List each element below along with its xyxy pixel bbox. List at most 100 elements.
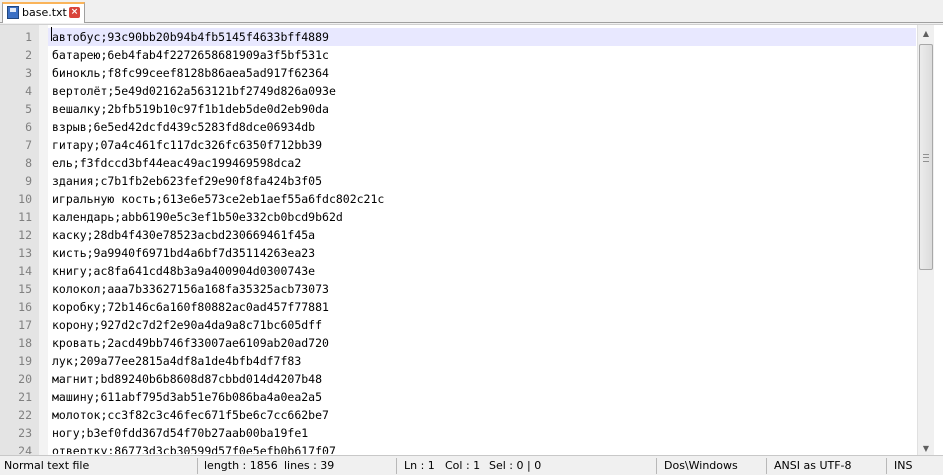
status-col: Col : 1 xyxy=(445,459,481,472)
editor-line[interactable]: 6 взрыв;6e5ed42dcfd439c5283fd8dce06934db xyxy=(0,118,916,136)
line-number: 3 xyxy=(25,66,32,80)
line-number: 11 xyxy=(18,210,32,224)
line-text-area[interactable]: бинокль;f8fc99ceef8128b86aea5ad917f62364 xyxy=(48,64,916,82)
editor-line[interactable]: 1 автобус;93c90bb20b94b4fb5145f4633bff488… xyxy=(0,28,916,46)
line-number: 13 xyxy=(18,246,32,260)
editor-line[interactable]: 22 молоток;cc3f82c3c46fec671f5be6c7cc662b… xyxy=(0,406,916,424)
line-text-area[interactable]: кровать;2acd49bb746f33007ae6109ab20ad720 xyxy=(48,334,916,352)
status-eol-format[interactable]: Dos\Windows xyxy=(664,456,762,475)
scroll-up-arrow-icon[interactable]: ▲ xyxy=(918,25,934,42)
editor-line[interactable]: 24 отвертку;86773d3cb30599d57f0e5efb0b617… xyxy=(0,442,916,454)
line-text: бинокль;f8fc99ceef8128b86aea5ad917f62364 xyxy=(52,66,329,80)
line-number: 9 xyxy=(25,174,32,188)
line-text-area[interactable]: батарею;6eb4fab4f2272658681909a3f5bf531c xyxy=(48,46,916,64)
line-text: гитару;07a4c461fc117dc326fc6350f712bb39 xyxy=(52,138,323,152)
scrollbar-grip-icon xyxy=(923,154,929,162)
tab-base-txt[interactable]: base.txt × xyxy=(2,2,85,23)
editor-line[interactable]: 8 ель;f3fdccd3bf44eac49ac199469598dca2 xyxy=(0,154,916,172)
status-encoding[interactable]: ANSI as UTF-8 xyxy=(774,456,882,475)
line-text-area[interactable]: ногу;b3ef0fdd367d54f70b27aab00ba19fe1 xyxy=(48,424,916,442)
line-number: 23 xyxy=(18,426,32,440)
line-number: 22 xyxy=(18,408,32,422)
line-text-area[interactable]: календарь;abb6190e5c3ef1b50e332cb0bcd9b6… xyxy=(48,208,916,226)
line-number: 6 xyxy=(25,120,32,134)
line-text-area[interactable]: коробку;72b146c6a160f80882ac0ad457f77881 xyxy=(48,298,916,316)
status-length: length : 1856 xyxy=(204,459,278,472)
line-text-area[interactable]: молоток;cc3f82c3c46fec671f5be6c7cc662be7 xyxy=(48,406,916,424)
line-text: молоток;cc3f82c3c46fec671f5be6c7cc662be7 xyxy=(52,408,329,422)
line-text: батарею;6eb4fab4f2272658681909a3f5bf531c xyxy=(52,48,329,62)
line-text-area[interactable]: кисть;9a9940f6971bd4a6bf7d35114263ea23 xyxy=(48,244,916,262)
line-text-area[interactable]: ель;f3fdccd3bf44eac49ac199469598dca2 xyxy=(48,154,916,172)
editor-line[interactable]: 21 машину;611abf795d3ab51e76b086ba4a0ea2a… xyxy=(0,388,916,406)
line-number: 16 xyxy=(18,300,32,314)
editor-line[interactable]: 13 кисть;9a9940f6971bd4a6bf7d35114263ea23 xyxy=(0,244,916,262)
line-text-area[interactable]: автобус;93c90bb20b94b4fb5145f4633bff4889 xyxy=(48,28,916,46)
tab-bar: base.txt × xyxy=(0,0,943,23)
line-number: 8 xyxy=(25,156,32,170)
line-text-area[interactable]: машину;611abf795d3ab51e76b086ba4a0ea2a5 xyxy=(48,388,916,406)
line-text: каску;28db4f430e78523acbd230669461f45a xyxy=(52,228,316,242)
text-caret xyxy=(51,27,52,41)
scrollbar-thumb[interactable] xyxy=(919,44,933,270)
line-text-area[interactable]: магнит;bd89240b6b8608d87cbbd014d4207b48 xyxy=(48,370,916,388)
line-text: корону;927d2c7d2f2e90a4da9a8c71bc605dff xyxy=(52,318,323,332)
line-number: 12 xyxy=(18,228,32,242)
line-text-area[interactable]: взрыв;6e5ed42dcfd439c5283fd8dce06934db xyxy=(48,118,916,136)
status-lines: lines : 39 xyxy=(284,459,335,472)
editor-line[interactable]: 10 игральную кость;613e6e573ce2eb1aef55a6… xyxy=(0,190,916,208)
line-number: 7 xyxy=(25,138,32,152)
status-insert-mode[interactable]: INS xyxy=(894,456,934,475)
line-text: книгу;ac8fa641cd48b3a9a400904d0300743e xyxy=(52,264,316,278)
editor-line[interactable]: 3 бинокль;f8fc99ceef8128b86aea5ad917f6236… xyxy=(0,64,916,82)
line-text-area[interactable]: книгу;ac8fa641cd48b3a9a400904d0300743e xyxy=(48,262,916,280)
editor-line[interactable]: 15 колокол;aaa7b33627156a168fa35325acb730… xyxy=(0,280,916,298)
status-separator xyxy=(396,458,397,474)
editor-line[interactable]: 7 гитару;07a4c461fc117dc326fc6350f712bb39 xyxy=(0,136,916,154)
text-editor[interactable]: 1 автобус;93c90bb20b94b4fb5145f4633bff488… xyxy=(0,24,943,457)
editor-line[interactable]: 16 коробку;72b146c6a160f80882ac0ad457f778… xyxy=(0,298,916,316)
editor-line[interactable]: 11 календарь;abb6190e5c3ef1b50e332cb0bcd9… xyxy=(0,208,916,226)
editor-line[interactable]: 17 корону;927d2c7d2f2e90a4da9a8c71bc605df… xyxy=(0,316,916,334)
line-text: лук;209a77ee2815a4df8a1de4bfb4df7f83 xyxy=(52,354,302,368)
editor-line[interactable]: 4 вертолёт;5e49d02162a563121bf2749d826a09… xyxy=(0,82,916,100)
editor-line[interactable]: 20 магнит;bd89240b6b8608d87cbbd014d4207b4… xyxy=(0,370,916,388)
line-number: 10 xyxy=(18,192,32,206)
line-text: ель;f3fdccd3bf44eac49ac199469598dca2 xyxy=(52,156,302,170)
line-text: кисть;9a9940f6971bd4a6bf7d35114263ea23 xyxy=(52,246,316,260)
tab-title: base.txt xyxy=(22,6,67,19)
line-text-area[interactable]: лук;209a77ee2815a4df8a1de4bfb4df7f83 xyxy=(48,352,916,370)
line-number: 24 xyxy=(18,444,32,454)
line-text-area[interactable]: вешалку;2bfb519b10c97f1b1deb5de0d2eb90da xyxy=(48,100,916,118)
line-text: взрыв;6e5ed42dcfd439c5283fd8dce06934db xyxy=(52,120,316,134)
editor-line[interactable]: 19 лук;209a77ee2815a4df8a1de4bfb4df7f83 xyxy=(0,352,916,370)
line-text: отвертку;86773d3cb30599d57f0e5efb0b617f0… xyxy=(52,444,336,454)
line-text: вешалку;2bfb519b10c97f1b1deb5de0d2eb90da xyxy=(52,102,329,116)
status-ln: Ln : 1 xyxy=(404,459,435,472)
line-text-area[interactable]: отвертку;86773d3cb30599d57f0e5efb0b617f0… xyxy=(48,442,916,454)
line-text-area[interactable]: вертолёт;5e49d02162a563121bf2749d826a093… xyxy=(48,82,916,100)
line-text-area[interactable]: игральную кость;613e6e573ce2eb1aef55a6fd… xyxy=(48,190,916,208)
line-text-area[interactable]: здания;c7b1fb2eb623fef29e90f8fa424b3f05 xyxy=(48,172,916,190)
editor-line[interactable]: 2 батарею;6eb4fab4f2272658681909a3f5bf531… xyxy=(0,46,916,64)
vertical-scrollbar[interactable]: ▲ ▼ xyxy=(917,25,934,457)
line-text: вертолёт;5e49d02162a563121bf2749d826a093… xyxy=(52,84,336,98)
editor-line[interactable]: 23 ногу;b3ef0fdd367d54f70b27aab00ba19fe1 xyxy=(0,424,916,442)
editor-line[interactable]: 14 книгу;ac8fa641cd48b3a9a400904d0300743e xyxy=(0,262,916,280)
line-text-area[interactable]: колокол;aaa7b33627156a168fa35325acb73073 xyxy=(48,280,916,298)
line-text-area[interactable]: гитару;07a4c461fc117dc326fc6350f712bb39 xyxy=(48,136,916,154)
editor-line[interactable]: 5 вешалку;2bfb519b10c97f1b1deb5de0d2eb90d… xyxy=(0,100,916,118)
editor-line[interactable]: 12 каску;28db4f430e78523acbd230669461f45a xyxy=(0,226,916,244)
line-number: 5 xyxy=(25,102,32,116)
close-icon[interactable]: × xyxy=(69,7,80,18)
editor-right-edge xyxy=(934,25,943,457)
line-text-area[interactable]: каску;28db4f430e78523acbd230669461f45a xyxy=(48,226,916,244)
line-text-area[interactable]: корону;927d2c7d2f2e90a4da9a8c71bc605dff xyxy=(48,316,916,334)
line-number: 20 xyxy=(18,372,32,386)
status-sel: Sel : 0 | 0 xyxy=(489,459,542,472)
line-text: магнит;bd89240b6b8608d87cbbd014d4207b48 xyxy=(52,372,323,386)
editor-lines[interactable]: 1 автобус;93c90bb20b94b4fb5145f4633bff488… xyxy=(0,28,916,454)
line-number: 17 xyxy=(18,318,32,332)
editor-line[interactable]: 9 здания;c7b1fb2eb623fef29e90f8fa424b3f05 xyxy=(0,172,916,190)
editor-line[interactable]: 18 кровать;2acd49bb746f33007ae6109ab20ad7… xyxy=(0,334,916,352)
